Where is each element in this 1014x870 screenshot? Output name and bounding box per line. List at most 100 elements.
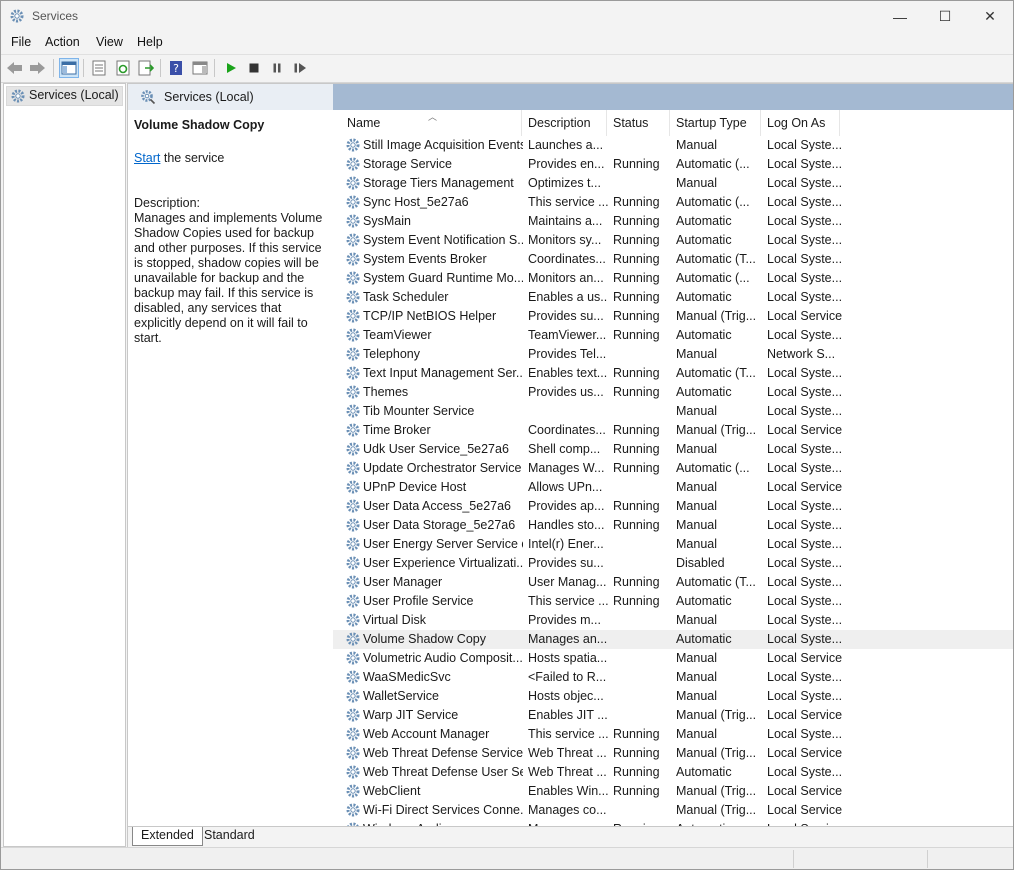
service-name: System Event Notification S... bbox=[363, 233, 523, 247]
service-status: Running bbox=[613, 385, 660, 399]
table-row[interactable]: User Data Storage_5e27a6 Handles sto... Ru… bbox=[333, 516, 1013, 535]
table-row[interactable]: Time Broker Coordinates... Running Manual (… bbox=[333, 421, 1013, 440]
help-button[interactable]: ? bbox=[166, 58, 186, 78]
export-list-button[interactable] bbox=[136, 58, 156, 78]
service-status: Running bbox=[613, 366, 660, 380]
back-button[interactable] bbox=[5, 58, 25, 78]
column-divider[interactable] bbox=[606, 110, 607, 136]
start-service-link[interactable]: Start bbox=[134, 151, 160, 165]
service-gear-icon bbox=[345, 612, 361, 631]
forward-button[interactable] bbox=[27, 58, 47, 78]
minimize-button[interactable]: — bbox=[877, 1, 923, 32]
table-row[interactable]: User Profile Service This service ... Runn… bbox=[333, 592, 1013, 611]
column-divider[interactable] bbox=[669, 110, 670, 136]
show-hide-action-pane-button[interactable] bbox=[190, 58, 210, 78]
table-row[interactable]: Volumetric Audio Composit... Hosts spatia… bbox=[333, 649, 1013, 668]
service-log-on-as: Local Syste... bbox=[767, 195, 843, 209]
table-row[interactable]: Udk User Service_5e27a6 Shell comp... Runn… bbox=[333, 440, 1013, 459]
pause-service-button[interactable] bbox=[267, 58, 287, 78]
column-divider[interactable] bbox=[839, 110, 840, 136]
table-row[interactable]: System Event Notification S... Monitors s… bbox=[333, 231, 1013, 250]
service-name: Still Image Acquisition Events bbox=[363, 138, 523, 152]
table-row[interactable]: Web Account Manager This service ... Runni… bbox=[333, 725, 1013, 744]
table-row[interactable]: Tib Mounter Service Manual Local Syste... bbox=[333, 402, 1013, 421]
service-description: Optimizes t... bbox=[528, 176, 601, 190]
column-divider[interactable] bbox=[760, 110, 761, 136]
services-list: ︿ Name Description Status Startup Type L… bbox=[333, 110, 1013, 826]
tree-item-services-local[interactable]: Services (Local) bbox=[6, 86, 123, 106]
service-name: Web Account Manager bbox=[363, 727, 490, 741]
show-hide-console-tree-button[interactable] bbox=[59, 58, 79, 78]
column-divider[interactable] bbox=[521, 110, 522, 136]
menu-action[interactable]: Action bbox=[45, 35, 80, 49]
service-description: Monitors sy... bbox=[528, 233, 602, 247]
column-header-status[interactable]: Status bbox=[613, 116, 648, 130]
service-gear-icon bbox=[345, 365, 361, 384]
service-startup-type: Automatic (... bbox=[676, 195, 750, 209]
toolbar-separator bbox=[53, 59, 54, 77]
table-row[interactable]: Sync Host_5e27a6 This service ... Running A… bbox=[333, 193, 1013, 212]
refresh-button[interactable] bbox=[113, 58, 133, 78]
table-row[interactable]: System Guard Runtime Mo... Monitors an...… bbox=[333, 269, 1013, 288]
table-row[interactable]: TCP/IP NetBIOS Helper Provides su... Runni… bbox=[333, 307, 1013, 326]
table-row[interactable]: WebClient Enables Win... Running Manual (Tr… bbox=[333, 782, 1013, 801]
service-log-on-as: Local Syste... bbox=[767, 632, 843, 646]
table-row[interactable]: UPnP Device Host Allows UPn... Manual Local… bbox=[333, 478, 1013, 497]
close-button[interactable]: ✕ bbox=[967, 1, 1013, 32]
service-log-on-as: Local Syste... bbox=[767, 594, 843, 608]
service-startup-type: Manual bbox=[676, 347, 717, 361]
menu-help[interactable]: Help bbox=[137, 35, 163, 49]
column-header-description[interactable]: Description bbox=[528, 116, 591, 130]
properties-button[interactable] bbox=[89, 58, 109, 78]
table-row[interactable]: SysMain Maintains a... Running Automatic Loc… bbox=[333, 212, 1013, 231]
table-row[interactable]: User Energy Server Service q... Intel(r) … bbox=[333, 535, 1013, 554]
table-row[interactable]: Virtual Disk Provides m... Manual Local Sys… bbox=[333, 611, 1013, 630]
column-header-log-on-as[interactable]: Log On As bbox=[767, 116, 825, 130]
maximize-button[interactable]: ☐ bbox=[922, 1, 968, 32]
service-startup-type: Manual bbox=[676, 138, 717, 152]
start-service-button[interactable] bbox=[221, 58, 241, 78]
table-row[interactable]: Web Threat Defense Service Web Threat ...… bbox=[333, 744, 1013, 763]
tab-standard[interactable]: Standard bbox=[196, 827, 263, 845]
column-header-name[interactable]: Name bbox=[347, 116, 380, 130]
table-row[interactable]: WalletService Hosts objec... Manual Local S… bbox=[333, 687, 1013, 706]
table-row[interactable]: WaaSMedicSvc <Failed to R... Manual Local S… bbox=[333, 668, 1013, 687]
table-row[interactable]: Task Scheduler Enables a us... Running Auto… bbox=[333, 288, 1013, 307]
table-row[interactable]: Storage Tiers Management Optimizes t... Ma… bbox=[333, 174, 1013, 193]
table-row[interactable]: Storage Service Provides en... Running Auto… bbox=[333, 155, 1013, 174]
table-row[interactable]: TeamViewer TeamViewer... Running Automatic L… bbox=[333, 326, 1013, 345]
table-row[interactable]: System Events Broker Coordinates... Runnin… bbox=[333, 250, 1013, 269]
table-row[interactable]: User Experience Virtualizati... Provides … bbox=[333, 554, 1013, 573]
table-row[interactable]: Volume Shadow Copy Manages an... Automatic… bbox=[333, 630, 1013, 649]
table-row[interactable]: Update Orchestrator Service Manages W... R… bbox=[333, 459, 1013, 478]
menu-file[interactable]: File bbox=[11, 35, 31, 49]
status-bar bbox=[1, 847, 1013, 869]
console-tree: Services (Local) bbox=[3, 83, 126, 847]
table-row[interactable]: Web Threat Defense User Se... Web Threat … bbox=[333, 763, 1013, 782]
restart-service-button[interactable] bbox=[290, 58, 310, 78]
service-name: User Data Storage_5e27a6 bbox=[363, 518, 516, 532]
table-row[interactable]: Themes Provides us... Running Automatic Loca… bbox=[333, 383, 1013, 402]
table-row[interactable]: Text Input Management Ser... Enables text… bbox=[333, 364, 1013, 383]
service-name: Sync Host_5e27a6 bbox=[363, 195, 469, 209]
stop-service-button[interactable] bbox=[244, 58, 264, 78]
service-log-on-as: Local Syste... bbox=[767, 689, 843, 703]
service-status: Running bbox=[613, 784, 660, 798]
table-row[interactable]: User Data Access_5e27a6 Provides ap... Run… bbox=[333, 497, 1013, 516]
table-row[interactable]: Telephony Provides Tel... Manual Network S.… bbox=[333, 345, 1013, 364]
table-row[interactable]: Still Image Acquisition Events Launches a… bbox=[333, 136, 1013, 155]
column-header-startup-type[interactable]: Startup Type bbox=[676, 116, 747, 130]
tab-extended[interactable]: Extended bbox=[132, 827, 203, 846]
table-row[interactable]: Warp JIT Service Enables JIT ... Manual (T… bbox=[333, 706, 1013, 725]
table-row[interactable]: Wi-Fi Direct Services Conne... Manages co… bbox=[333, 801, 1013, 820]
service-description: Monitors an... bbox=[528, 271, 604, 285]
restart-service-icon bbox=[294, 63, 306, 73]
service-gear-icon bbox=[345, 498, 361, 517]
menu-view[interactable]: View bbox=[96, 35, 123, 49]
service-gear-icon bbox=[345, 631, 361, 650]
service-name: WebClient bbox=[363, 784, 421, 798]
service-description: Provides Tel... bbox=[528, 347, 607, 361]
service-log-on-as: Local Syste... bbox=[767, 727, 843, 741]
service-name: Themes bbox=[363, 385, 409, 399]
table-row[interactable]: User Manager User Manag... Running Automati… bbox=[333, 573, 1013, 592]
